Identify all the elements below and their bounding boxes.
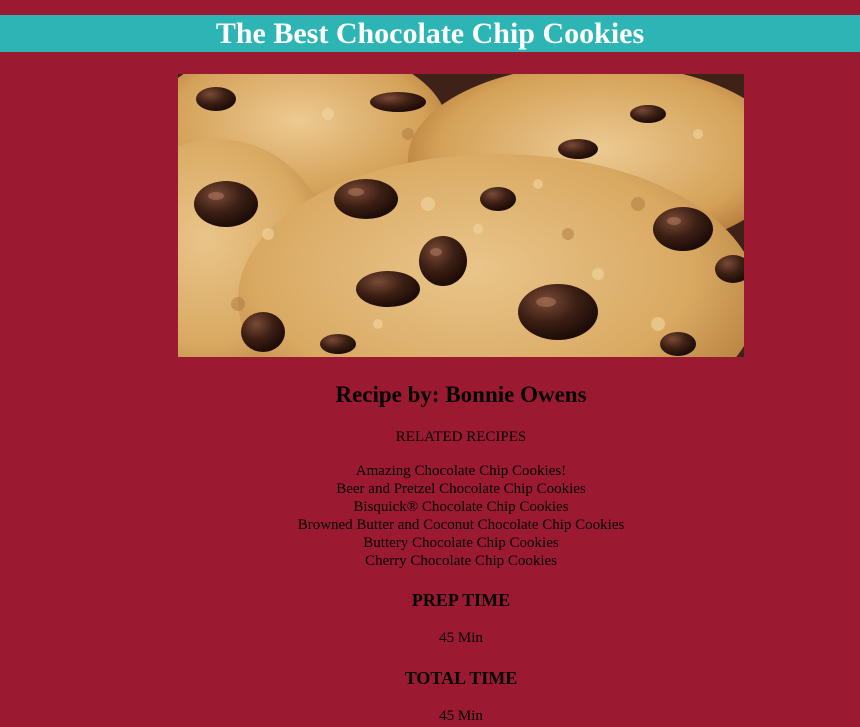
cookie-photo [178,74,744,357]
related-recipe-item[interactable]: Beer and Pretzel Chocolate Chip Cookies [0,480,860,498]
prep-time-label: PREP TIME [411,590,511,610]
cookie-photo-drawing [178,74,744,357]
title-bar: The Best Chocolate Chip Cookies [0,15,860,52]
related-recipes-heading: RELATED RECIPES [395,429,527,445]
related-recipe-item[interactable]: Bisquick® Chocolate Chip Cookies [0,498,860,516]
page-title: The Best Chocolate Chip Cookies [215,17,645,50]
related-recipe-item[interactable]: Amazing Chocolate Chip Cookies! [0,462,860,480]
prep-time-value: 45 Min [439,630,483,646]
total-time-value: 45 Min [439,708,483,724]
related-recipes-list: Amazing Chocolate Chip Cookies! Beer and… [0,462,860,570]
recipe-byline: Recipe by: Bonnie Owens [335,382,587,407]
related-recipe-item[interactable]: Buttery Chocolate Chip Cookies [0,534,860,552]
related-recipe-item[interactable]: Browned Butter and Coconut Chocolate Chi… [0,516,860,534]
total-time-label: TOTAL TIME [404,668,518,688]
related-recipe-item[interactable]: Cherry Chocolate Chip Cookies [0,552,860,570]
